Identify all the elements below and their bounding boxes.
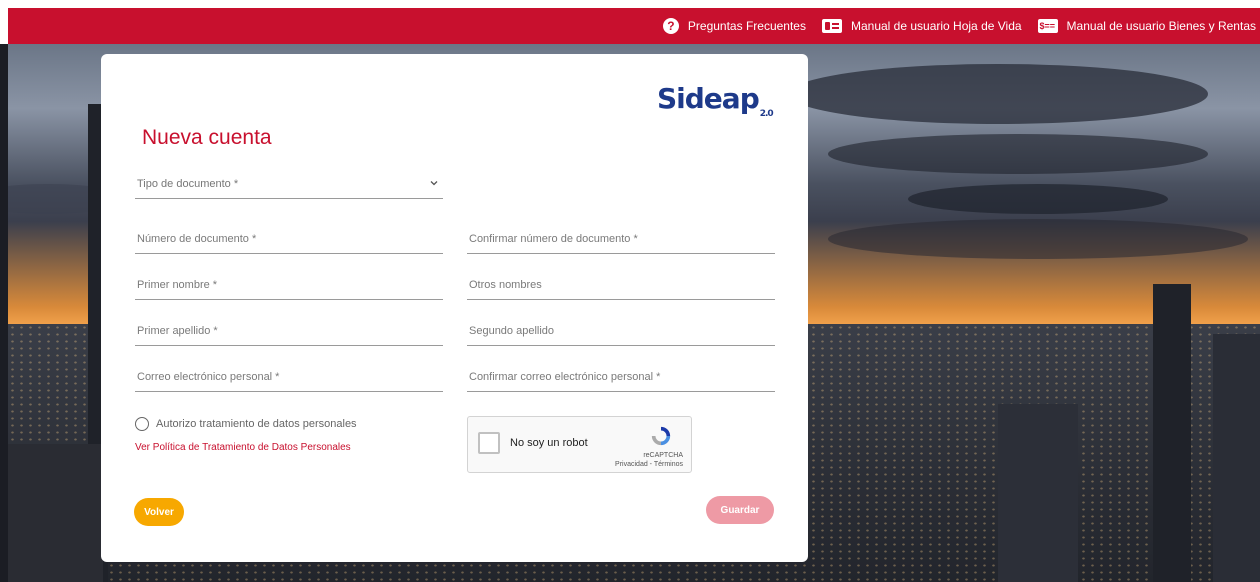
tipo-documento-select[interactable]: Tipo de documento * [135,169,443,199]
page-margin-top [0,0,1260,8]
question-icon: ? [662,18,679,34]
numero-documento-input[interactable] [137,232,443,245]
politica-datos-link[interactable]: Ver Política de Tratamiento de Datos Per… [135,442,351,453]
volver-button[interactable]: Volver [134,498,184,526]
autorizo-radio[interactable] [135,417,149,431]
recaptcha-links[interactable]: Privacidad - Términos [615,460,683,469]
top-bar: ? Preguntas Frecuentes Manual de usuario… [8,8,1260,44]
autorizo-datos-option[interactable]: Autorizo tratamiento de datos personales [135,417,357,431]
primer-nombre-field[interactable] [135,270,443,300]
segundo-apellido-input[interactable] [469,324,775,337]
sideap-logo: Sideap2.0 [657,82,774,119]
faq-link-label: Preguntas Frecuentes [687,19,806,33]
tipo-documento-placeholder: Tipo de documento * [137,177,239,190]
manual-hoja-vida-link[interactable]: Manual de usuario Hoja de Vida [821,19,1022,33]
recaptcha-checkbox[interactable] [478,432,500,454]
recaptcha-label: No soy un robot [510,437,588,449]
left-edge [0,44,8,582]
manual-bienes-rentas-label: Manual de usuario Bienes y Rentas [1066,19,1256,33]
page-margin-left [0,0,8,44]
manual-bienes-rentas-link[interactable]: $== Manual de usuario Bienes y Rentas [1037,19,1256,33]
correo-input[interactable] [137,370,443,383]
manual-hoja-vida-label: Manual de usuario Hoja de Vida [850,19,1022,33]
primer-apellido-input[interactable] [137,324,443,337]
recaptcha-logo-icon [651,426,671,446]
page-title: Nueva cuenta [142,126,272,149]
recaptcha-brand: reCAPTCHA Privacidad - Términos [615,452,683,469]
faq-link[interactable]: ? Preguntas Frecuentes [662,18,806,34]
segundo-apellido-field[interactable] [467,316,775,346]
guardar-button[interactable]: Guardar [706,496,774,524]
otros-nombres-input[interactable] [469,278,775,291]
correo-field[interactable] [135,362,443,392]
primer-nombre-input[interactable] [137,278,443,291]
recaptcha-widget: No soy un robot reCAPTCHA Privacidad - T… [467,416,692,473]
autorizo-label: Autorizo tratamiento de datos personales [156,418,357,430]
primer-apellido-field[interactable] [135,316,443,346]
new-account-card: Sideap2.0 Nueva cuenta Tipo de documento… [101,54,808,562]
money-icon: $== [1037,19,1058,33]
confirmar-correo-input[interactable] [469,370,775,383]
chevron-down-icon [430,181,438,186]
confirmar-correo-field[interactable] [467,362,775,392]
numero-documento-field[interactable] [135,224,443,254]
otros-nombres-field[interactable] [467,270,775,300]
confirmar-numero-field[interactable] [467,224,775,254]
confirmar-numero-input[interactable] [469,232,775,245]
id-card-icon [821,19,842,33]
